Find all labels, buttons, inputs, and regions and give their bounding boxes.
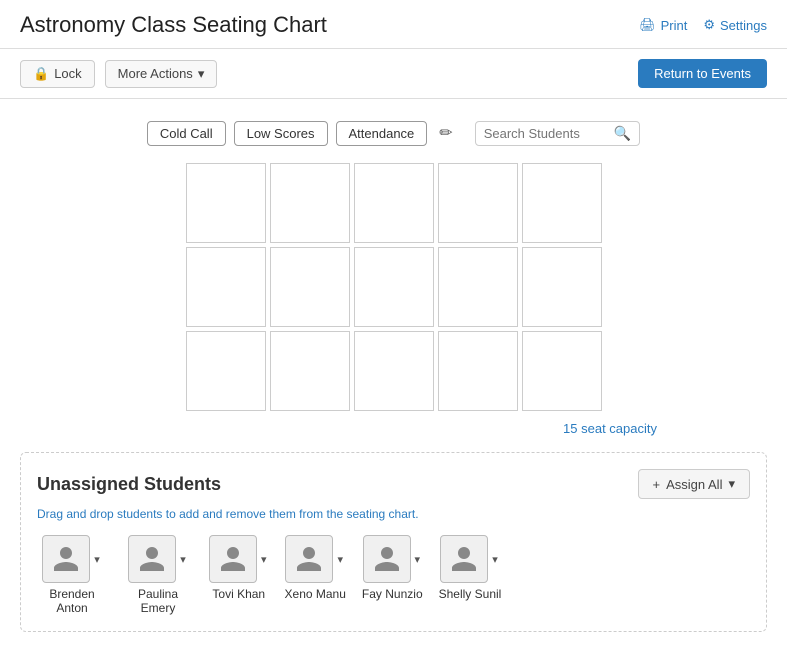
lock-icon: 🔒 (33, 66, 49, 82)
seat[interactable] (354, 331, 434, 411)
student-avatar-row: ▾ (42, 535, 102, 583)
assign-all-label: Assign All (666, 477, 722, 492)
seat[interactable] (354, 163, 434, 243)
seat[interactable] (354, 247, 434, 327)
plus-icon: + (653, 477, 661, 492)
student-name: Paulina Emery (123, 587, 193, 615)
more-actions-button[interactable]: More Actions ▾ (105, 60, 218, 88)
seat[interactable] (186, 331, 266, 411)
seat[interactable] (522, 331, 602, 411)
list-item[interactable]: ▾ Shelly Sunil (439, 535, 502, 615)
search-box: 🔍 (475, 121, 640, 146)
print-label: Print (661, 18, 688, 33)
seat[interactable] (522, 247, 602, 327)
student-name: Shelly Sunil (439, 587, 502, 601)
list-item[interactable]: ▾ Xeno Manu (285, 535, 346, 615)
avatar (440, 535, 488, 583)
list-item[interactable]: ▾ Paulina Emery (123, 535, 193, 615)
seating-grid (186, 163, 602, 411)
assign-all-chevron-icon: ▾ (728, 476, 735, 492)
capacity-row: 15 seat capacity (20, 421, 767, 436)
return-label: Return to Events (654, 66, 751, 81)
seat[interactable] (438, 247, 518, 327)
capacity-label: 15 seat capacity (563, 421, 657, 436)
edit-filters-button[interactable]: ✏ (435, 119, 456, 147)
student-dropdown-icon[interactable]: ▾ (490, 551, 500, 568)
student-avatar-row: ▾ (128, 535, 188, 583)
search-icon: 🔍 (614, 125, 631, 142)
print-icon: 🖨 (639, 17, 656, 33)
student-dropdown-icon[interactable]: ▾ (92, 551, 102, 568)
lock-button[interactable]: 🔒 Lock (20, 60, 95, 88)
settings-label: Settings (720, 18, 767, 33)
seat[interactable] (186, 247, 266, 327)
main-content: Cold Call Low Scores Attendance ✏ 🔍 15 s… (0, 99, 787, 672)
search-input[interactable] (484, 126, 614, 141)
page-title: Astronomy Class Seating Chart (20, 12, 327, 38)
student-dropdown-icon[interactable]: ▾ (335, 551, 345, 568)
student-avatar-row: ▾ (363, 535, 423, 583)
student-name: Brenden Anton (37, 587, 107, 615)
lock-label: Lock (54, 66, 81, 81)
avatar (128, 535, 176, 583)
action-bar: 🔒 Lock More Actions ▾ Return to Events (0, 49, 787, 99)
filter-cold-call[interactable]: Cold Call (147, 121, 226, 146)
unassigned-header: Unassigned Students + Assign All ▾ (37, 469, 750, 499)
print-button[interactable]: 🖨 Print (639, 17, 687, 33)
pencil-icon: ✏ (439, 125, 452, 142)
seat[interactable] (270, 331, 350, 411)
student-list: ▾ Brenden Anton ▾ Paulina Emery ▾ Tovi Khan ▾ X… (37, 535, 750, 615)
settings-button[interactable]: ⚙ Settings (703, 17, 767, 33)
seat[interactable] (438, 163, 518, 243)
action-left: 🔒 Lock More Actions ▾ (20, 60, 217, 88)
avatar (285, 535, 333, 583)
seat[interactable] (438, 331, 518, 411)
list-item[interactable]: ▾ Fay Nunzio (362, 535, 423, 615)
student-dropdown-icon[interactable]: ▾ (178, 551, 188, 568)
seat[interactable] (270, 163, 350, 243)
student-avatar-row: ▾ (285, 535, 345, 583)
filter-attendance[interactable]: Attendance (336, 121, 428, 146)
gear-icon: ⚙ (703, 17, 715, 33)
filter-low-scores[interactable]: Low Scores (234, 121, 328, 146)
seat[interactable] (522, 163, 602, 243)
student-name: Tovi Khan (212, 587, 265, 601)
list-item[interactable]: ▾ Brenden Anton (37, 535, 107, 615)
seat[interactable] (186, 163, 266, 243)
unassigned-title: Unassigned Students (37, 474, 221, 495)
top-bar: Astronomy Class Seating Chart 🖨 Print ⚙ … (0, 0, 787, 49)
student-dropdown-icon[interactable]: ▾ (413, 551, 423, 568)
avatar (209, 535, 257, 583)
unassigned-section: Unassigned Students + Assign All ▾ Drag … (20, 452, 767, 632)
seating-area (20, 163, 767, 411)
top-right-actions: 🖨 Print ⚙ Settings (639, 17, 767, 33)
return-to-events-button[interactable]: Return to Events (638, 59, 767, 88)
avatar (363, 535, 411, 583)
drag-hint: Drag and drop students to add and remove… (37, 507, 750, 521)
student-avatar-row: ▾ (440, 535, 500, 583)
more-actions-label: More Actions (118, 66, 193, 81)
student-dropdown-icon[interactable]: ▾ (259, 551, 269, 568)
avatar (42, 535, 90, 583)
student-avatar-row: ▾ (209, 535, 269, 583)
assign-all-button[interactable]: + Assign All ▾ (638, 469, 751, 499)
student-name: Fay Nunzio (362, 587, 423, 601)
seat[interactable] (270, 247, 350, 327)
list-item[interactable]: ▾ Tovi Khan (209, 535, 269, 615)
chevron-down-icon: ▾ (198, 66, 205, 82)
student-name: Xeno Manu (285, 587, 346, 601)
filter-row: Cold Call Low Scores Attendance ✏ 🔍 (20, 119, 767, 147)
